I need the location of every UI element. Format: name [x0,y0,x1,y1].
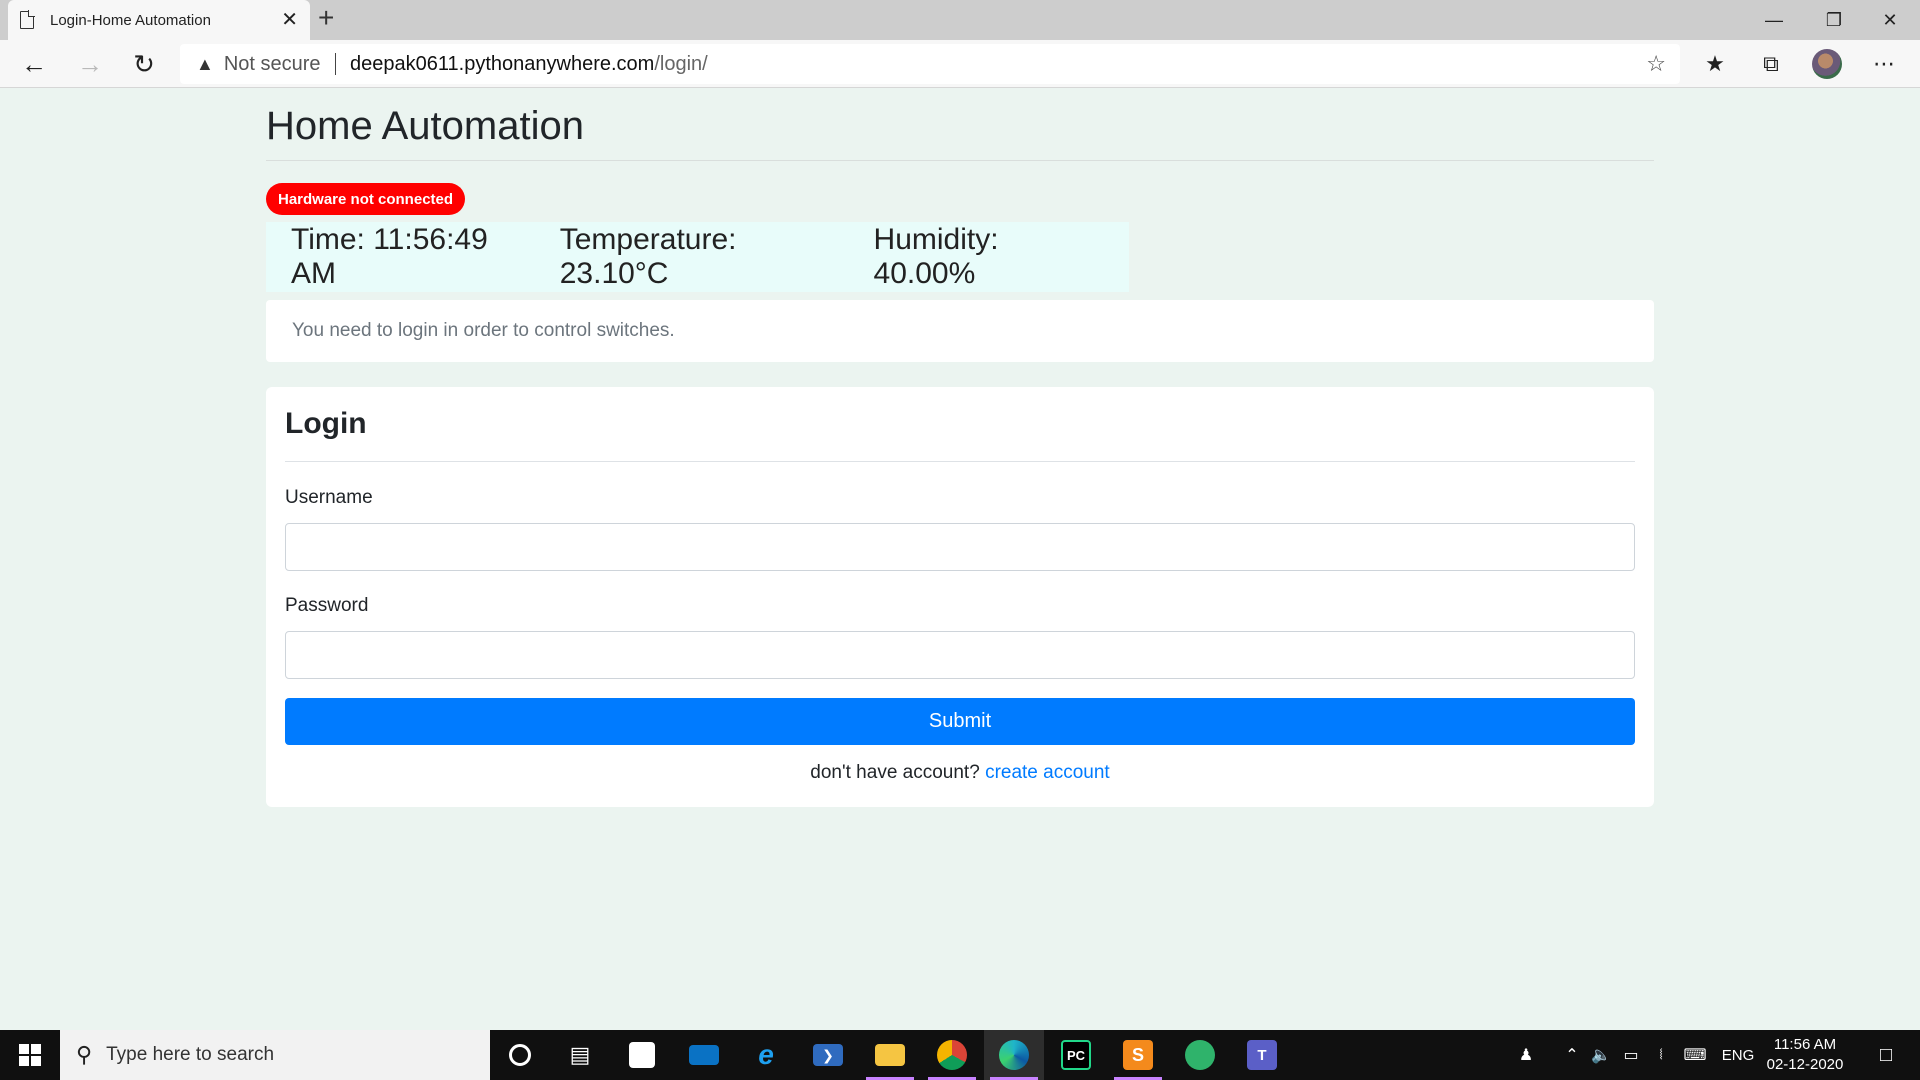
back-button[interactable]: ← [16,46,52,82]
url-path[interactable]: /login/ [654,53,707,76]
chrome-icon [937,1040,967,1070]
address-bar[interactable]: ▲ Not secure deepak0611.pythonanywhere.c… [180,44,1680,84]
username-input[interactable] [285,523,1635,571]
taskbar: ⚲ Type here to search ▤ e ❯ PC S T ♟ ⌃ 🔈… [0,1030,1920,1080]
cortana-button[interactable] [490,1030,550,1080]
login-notice: You need to login in order to control sw… [266,300,1654,362]
taskbar-app-mail[interactable] [674,1030,734,1080]
login-title: Login [285,407,367,440]
collections-icon[interactable]: ⧉ [1751,46,1791,82]
humidity-reading: Humidity: 40.00% [873,223,999,290]
warning-icon[interactable]: ▲ [196,54,214,75]
time-reading: Time: 11:56:49 AM [291,223,488,290]
new-tab-button[interactable]: + [318,4,334,32]
browser-toolbar: ← → ↻ ▲ Not secure deepak0611.pythonanyw… [0,40,1920,88]
show-hidden-icons-icon[interactable]: ⌃ [1560,1030,1584,1080]
task-view-button[interactable]: ▤ [550,1030,610,1080]
close-window-button[interactable]: ✕ [1862,0,1918,40]
security-label[interactable]: Not secure [224,53,321,76]
password-label: Password [285,595,369,616]
close-tab-icon[interactable]: ✕ [281,10,298,30]
clock-date: 02-12-2020 [1766,1056,1844,1073]
teams-icon: T [1247,1040,1277,1070]
wifi-icon[interactable]: ⧙ [1648,1030,1674,1080]
divider [285,461,1635,462]
taskbar-app-ie[interactable]: e [736,1030,796,1080]
hardware-status-badge: Hardware not connected [266,183,466,215]
taskbar-app-map[interactable] [1170,1030,1230,1080]
keyboard-icon[interactable]: ⌨ [1678,1030,1712,1080]
username-label: Username [285,487,373,508]
battery-icon[interactable]: ▭ [1618,1030,1644,1080]
taskbar-app-edge[interactable] [984,1030,1044,1080]
tab-title: Login-Home Automation [50,11,211,29]
task-view-icon: ▤ [569,1042,591,1067]
search-placeholder: Type here to search [106,1044,275,1065]
profile-avatar[interactable] [1812,49,1842,79]
taskbar-app-store[interactable] [612,1030,672,1080]
language-indicator[interactable]: ENG [1718,1030,1758,1080]
store-icon [629,1042,655,1068]
folder-icon [875,1044,905,1066]
signup-prompt: don't have account? create account [266,762,1654,784]
people-icon[interactable]: ♟ [1512,1030,1540,1080]
page-title: Home Automation [266,104,584,148]
divider [266,160,1654,161]
system-clock[interactable]: 11:56 AM 02-12-2020 [1760,1035,1850,1075]
favorites-icon[interactable]: ★ [1695,46,1735,82]
login-card: Login Username Password Submit don't hav… [266,387,1654,807]
taskbar-search[interactable]: ⚲ Type here to search [60,1030,490,1080]
search-icon: ⚲ [76,1042,93,1067]
temperature-reading: Temperature: 23.10°C [559,223,737,290]
internet-explorer-icon: e [758,1039,774,1070]
password-input[interactable] [285,631,1635,679]
sublime-text-icon: S [1123,1040,1153,1070]
taskbar-app-file-explorer[interactable] [860,1030,920,1080]
page-icon [20,10,35,29]
favorite-star-icon[interactable]: ☆ [1646,51,1666,77]
taskbar-app-pycharm[interactable]: PC [1046,1030,1106,1080]
edge-icon [999,1040,1029,1070]
url-host[interactable]: deepak0611.pythonanywhere.com [350,53,654,76]
pycharm-icon: PC [1061,1040,1091,1070]
clock-time: 11:56 AM [1773,1036,1837,1053]
powershell-icon: ❯ [813,1044,843,1066]
browser-tab[interactable]: Login-Home Automation ✕ [8,0,310,40]
notifications-icon[interactable]: □ [1866,1030,1906,1080]
taskbar-app-chrome[interactable] [922,1030,982,1080]
volume-icon[interactable]: 🔈 [1588,1030,1614,1080]
signup-prompt-text: don't have account? [810,762,980,783]
location-icon [1185,1040,1215,1070]
windows-icon [19,1044,41,1066]
taskbar-app-sublime[interactable]: S [1108,1030,1168,1080]
cortana-icon [509,1044,531,1066]
create-account-link[interactable]: create account [985,762,1110,783]
mail-icon [689,1045,719,1065]
more-options-icon[interactable]: ⋯ [1864,46,1904,82]
restore-button[interactable]: ❐ [1806,0,1862,40]
start-button[interactable] [0,1030,60,1080]
taskbar-app-powershell[interactable]: ❯ [798,1030,858,1080]
tab-strip: Login-Home Automation ✕ + — ❐ ✕ [0,0,1920,40]
sensor-readings: Time: 11:56:49 AM Temperature: 23.10°C H… [266,222,1129,292]
divider [334,53,337,75]
forward-button[interactable]: → [72,46,108,82]
submit-button[interactable]: Submit [285,698,1635,745]
refresh-button[interactable]: ↻ [126,46,162,82]
taskbar-app-teams[interactable]: T [1232,1030,1292,1080]
minimize-button[interactable]: — [1746,0,1802,40]
